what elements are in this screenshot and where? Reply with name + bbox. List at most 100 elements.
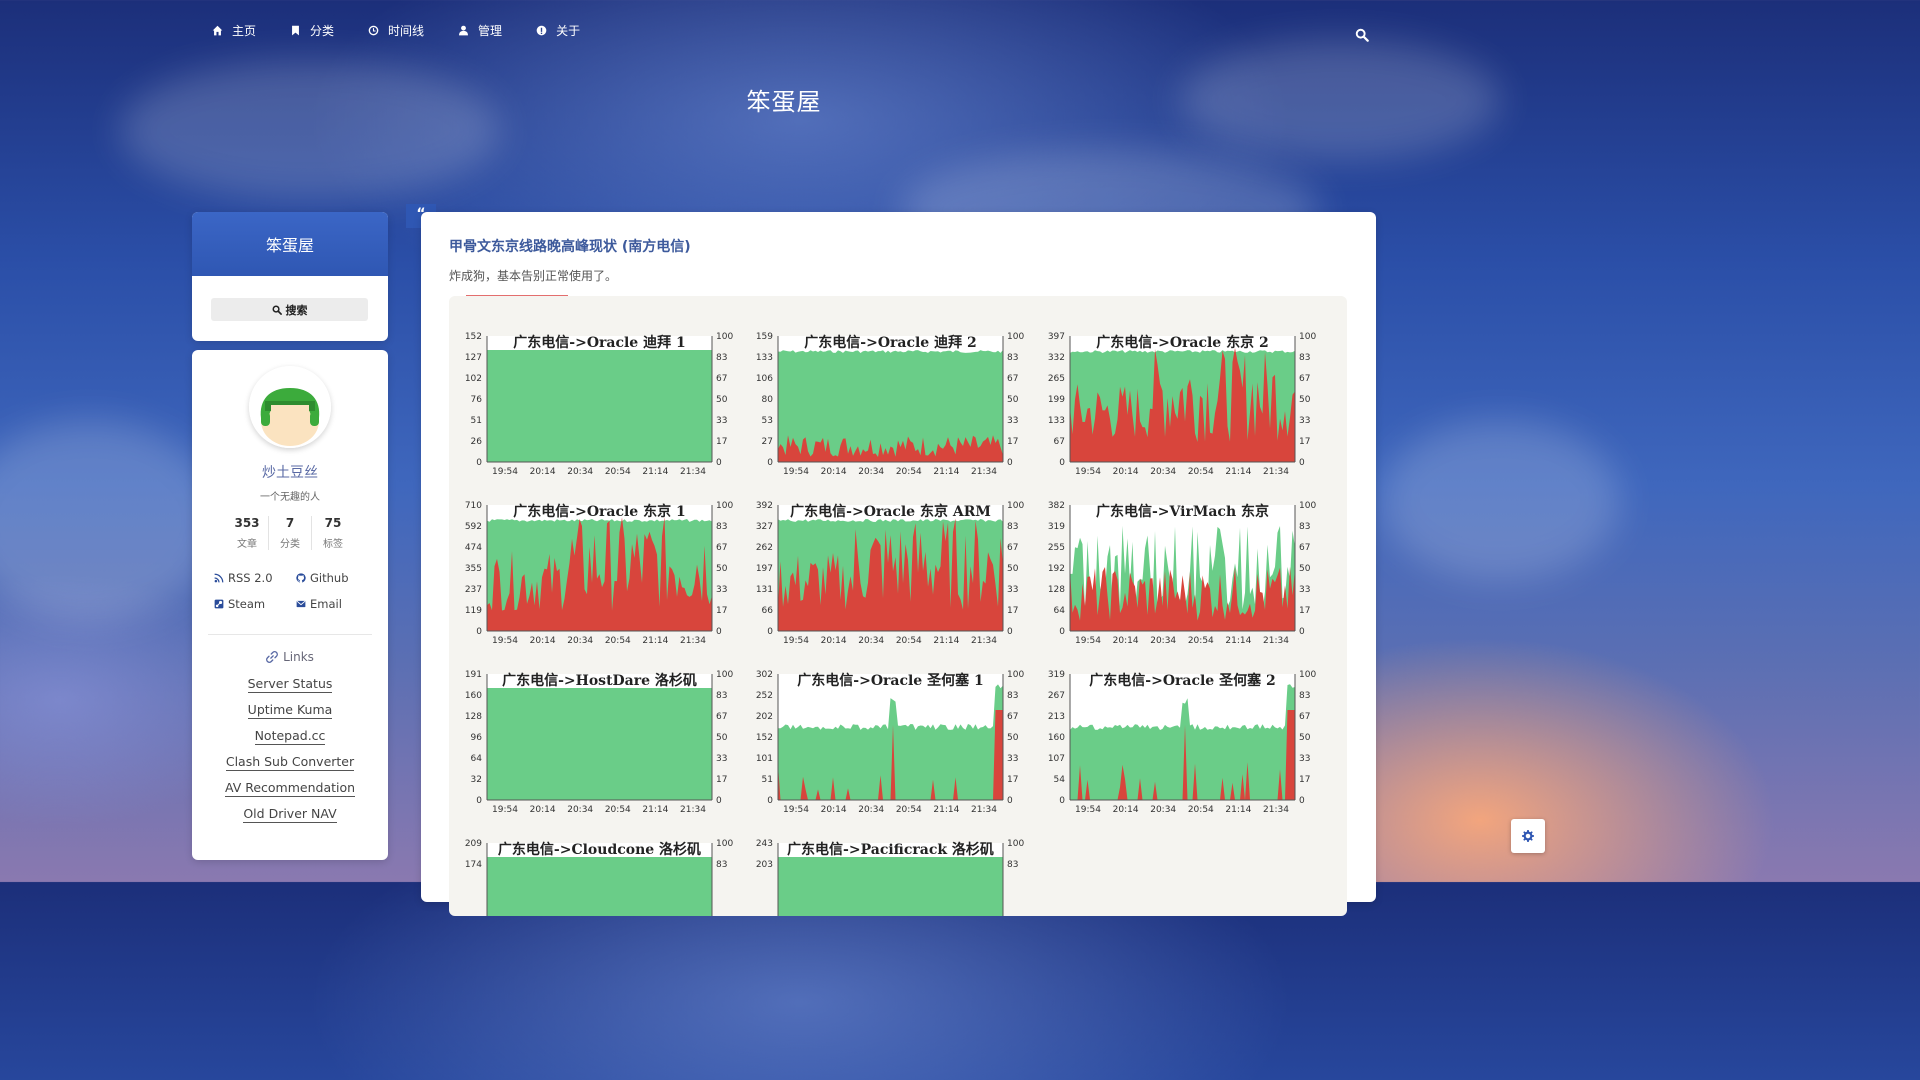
social-label: Steam <box>228 597 266 611</box>
social-rss[interactable]: RSS 2.0 <box>214 571 294 585</box>
stat-tags-label: 标签 <box>323 539 343 550</box>
nav-item-timeline[interactable]: 时间线 <box>368 22 424 39</box>
chart-ytick-right-label: 83 <box>1299 353 1310 363</box>
sidebar-divider <box>208 634 372 635</box>
search-icon[interactable] <box>1355 28 1369 42</box>
stat-posts[interactable]: 353 文章 <box>226 516 269 550</box>
chart-ytick-label: 152 <box>465 332 482 342</box>
chart-ytick-label: 202 <box>756 712 773 722</box>
social-email[interactable]: Email <box>294 597 374 611</box>
chart-xtick-label: 19:54 <box>783 636 809 646</box>
chart-ytick-right-label: 83 <box>716 691 727 701</box>
nav-item-admin[interactable]: 管理 <box>458 22 502 39</box>
nav-item-label: 时间线 <box>388 24 425 38</box>
link-av-recommendation[interactable]: AV Recommendation <box>224 780 356 797</box>
chart-xtick-label: 21:14 <box>1225 805 1251 815</box>
avatar[interactable] <box>249 366 331 448</box>
chart-xtick-label: 20:54 <box>896 805 922 815</box>
chart-latency-area <box>487 350 712 462</box>
chart-xtick-label: 21:14 <box>642 805 668 815</box>
chart-ytick-label: 106 <box>756 374 773 384</box>
nav-item-categories[interactable]: 分类 <box>290 22 334 39</box>
link-uptime-kuma[interactable]: Uptime Kuma <box>247 702 333 719</box>
chart-ytick-right-label: 17 <box>1299 606 1310 616</box>
chart-title: 广东电信->Oracle 迪拜 1 <box>513 334 685 351</box>
chart-title: 广东电信->HostDare 洛杉矶 <box>502 672 697 689</box>
chart-ytick-label: 267 <box>1048 691 1065 701</box>
chart-xtick-label: 21:34 <box>971 467 997 477</box>
info-icon <box>536 25 547 36</box>
author-name[interactable]: 炒土豆丝 <box>192 462 388 482</box>
chart-ytick-label: 101 <box>756 754 773 764</box>
chart-ytick-label: 27 <box>762 437 773 447</box>
chart-ytick-label: 131 <box>756 585 773 595</box>
chart-xtick-label: 20:54 <box>1188 805 1214 815</box>
links-list: Server Status Uptime Kuma Notepad.cc Cla… <box>192 676 388 832</box>
latency-chart-grid[interactable]: 广东电信->Oracle 迪拜 1 152 100 127 83 102 67 76 50 51 3… <box>449 296 1347 916</box>
post-title[interactable]: 甲骨文东京线路晚高峰现状 (南方电信) <box>449 236 691 256</box>
chart-ytick-label: 199 <box>1048 395 1065 405</box>
chart-ytick-label: 51 <box>471 416 482 426</box>
chart-ytick-label: 203 <box>756 860 773 870</box>
link-clash-sub-converter[interactable]: Clash Sub Converter <box>225 754 355 771</box>
chart-ytick-right-label: 50 <box>1299 564 1311 574</box>
chart-ytick-label: 0 <box>1059 627 1065 637</box>
chart-ytick-right-label: 50 <box>1299 395 1311 405</box>
sidebar-search-button[interactable]: 搜索 <box>211 298 368 321</box>
chart-ytick-label: 76 <box>471 395 483 405</box>
chart-ytick-label: 133 <box>1048 416 1065 426</box>
chart-ytick-right-label: 83 <box>1007 860 1018 870</box>
chart-xtick-label: 20:54 <box>605 636 631 646</box>
chart-ytick-label: 319 <box>1048 670 1065 680</box>
chart-latency-area <box>487 857 712 916</box>
author-motto: 一个无趣的人 <box>260 492 320 503</box>
chart-ytick-right-label: 33 <box>1007 416 1018 426</box>
stat-tags-count: 75 <box>324 516 342 530</box>
chart-ytick-label: 160 <box>465 691 482 701</box>
chart-ytick-right-label: 17 <box>1007 437 1018 447</box>
site-title[interactable]: 笨蛋屋 <box>0 82 1568 117</box>
chart-title: 广东电信->Oracle 东京 1 <box>513 503 685 520</box>
search-icon <box>272 305 282 315</box>
chart-xtick-label: 20:34 <box>1150 805 1176 815</box>
links-heading: Links <box>192 650 388 664</box>
chart-ytick-label: 0 <box>767 627 773 637</box>
post-subtitle: 炸成狗，基本告别正常使用了。 <box>449 269 618 283</box>
chart-xtick-label: 19:54 <box>1075 636 1101 646</box>
social-steam[interactable]: Steam <box>214 597 294 611</box>
stat-categories[interactable]: 7 分类 <box>269 516 312 550</box>
chart-ytick-label: 332 <box>1048 353 1065 363</box>
chart-ytick-right-label: 100 <box>716 839 733 849</box>
chart-ytick-right-label: 0 <box>1299 796 1305 806</box>
social-github[interactable]: Github <box>294 571 374 585</box>
settings-button[interactable] <box>1511 819 1545 853</box>
chart-ytick-label: 382 <box>1048 501 1065 511</box>
chart-xtick-label: 19:54 <box>783 805 809 815</box>
nav-item-about[interactable]: 关于 <box>536 22 580 39</box>
chart-ytick-label: 107 <box>1048 754 1065 764</box>
chart-xtick-label: 20:34 <box>567 467 593 477</box>
chart-title: 广东电信->Cloudcone 洛杉矶 <box>498 841 701 858</box>
link-notepad[interactable]: Notepad.cc <box>254 728 326 745</box>
chart-xtick-label: 20:54 <box>896 636 922 646</box>
stat-tags[interactable]: 75 标签 <box>312 516 354 550</box>
chart-ytick-label: 474 <box>465 543 482 553</box>
chart-ytick-right-label: 67 <box>716 543 727 553</box>
chart-ytick-right-label: 17 <box>1007 775 1018 785</box>
background-cloud <box>120 60 500 200</box>
chart-xtick-label: 20:14 <box>821 636 847 646</box>
link-server-status[interactable]: Server Status <box>247 676 333 693</box>
link-old-driver-nav[interactable]: Old Driver NAV <box>243 806 337 823</box>
nav-item-home[interactable]: 主页 <box>212 22 256 39</box>
brand-card: 笨蛋屋 搜索 <box>192 212 388 341</box>
chart-ytick-label: 192 <box>1048 564 1065 574</box>
clock-icon <box>368 25 379 36</box>
link-icon <box>266 651 279 663</box>
social-links: RSS 2.0 Github Steam Email <box>214 571 374 611</box>
social-label: RSS 2.0 <box>228 571 273 585</box>
nav-item-label: 主页 <box>232 24 257 38</box>
chart-ytick-right-label: 100 <box>1007 501 1024 511</box>
chart-ytick-label: 0 <box>476 796 482 806</box>
chart-ytick-label: 327 <box>756 522 773 532</box>
sidebar-brand[interactable]: 笨蛋屋 <box>192 212 388 276</box>
